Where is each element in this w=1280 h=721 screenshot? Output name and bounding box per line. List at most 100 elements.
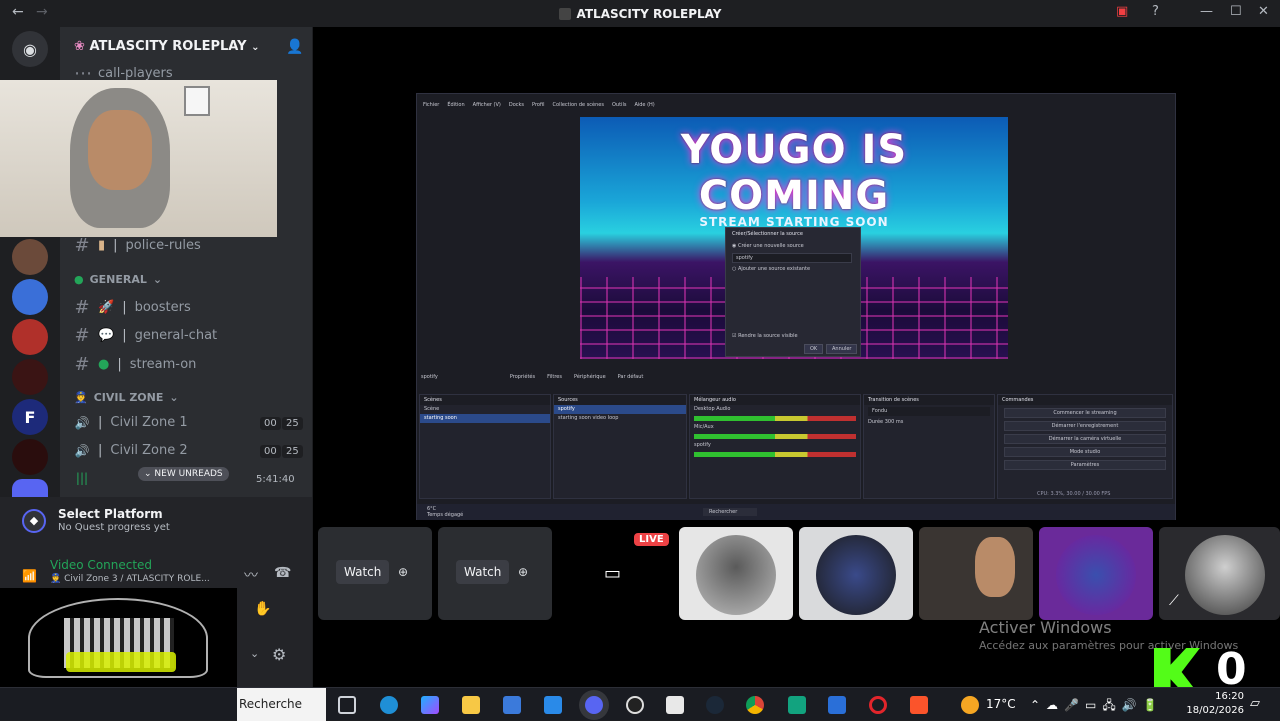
noise-suppression-icon[interactable]: 〰 <box>244 565 258 585</box>
voice-channel-civil-2[interactable]: 🔊 | Civil Zone 2 <box>74 443 188 458</box>
dialog-cancel-button[interactable]: Annuler <box>826 344 858 354</box>
brave-icon[interactable] <box>910 696 928 714</box>
category-general[interactable]: ● GENERAL ⌄ <box>74 273 162 286</box>
obs-transition-duration[interactable]: Durée 300 ms <box>864 418 994 427</box>
create-source-dialog[interactable]: Créer/Sélectionner la source ◉ Créer une… <box>725 227 861 357</box>
dialog-ok-button[interactable]: OK <box>804 344 824 354</box>
server-avatar-4[interactable] <box>12 359 48 395</box>
task-view-icon[interactable] <box>338 696 356 714</box>
voice-channel-civil-3[interactable]: ||| <box>74 471 90 485</box>
obs-menu-docks[interactable]: Docks <box>509 102 524 114</box>
weather-icon[interactable] <box>961 696 979 714</box>
obs-scene-item[interactable]: Scène <box>420 405 550 414</box>
stream-tile-1[interactable]: Watch ⊕ <box>318 527 432 620</box>
watch-button-1[interactable]: Watch <box>336 560 390 584</box>
watch-button-2[interactable]: Watch <box>456 560 510 584</box>
obs-mixer-desktop-meter[interactable] <box>694 416 856 421</box>
server-avatar-1[interactable] <box>12 239 48 275</box>
obs-scene-item-selected[interactable]: starting soon <box>420 414 550 423</box>
help-icon[interactable]: ? <box>1152 4 1159 19</box>
app-icon-4[interactable] <box>828 696 846 714</box>
obs-source-item-selected[interactable]: spotify <box>554 405 686 414</box>
obs-transition-select[interactable]: Fondu <box>868 407 990 416</box>
close-icon[interactable]: ✕ <box>1258 4 1269 19</box>
inbox-icon[interactable]: ▣ <box>1116 4 1128 19</box>
server-avatar-bleach[interactable] <box>12 319 48 355</box>
app-icon-2[interactable] <box>666 696 684 714</box>
obs-menu-file[interactable]: Fichier <box>423 102 439 114</box>
settings-gear-icon[interactable]: ⚙ <box>272 645 286 664</box>
obs-tab-default[interactable]: Par défaut <box>618 374 644 384</box>
obs-menu-scene-collection[interactable]: Collection de scènes <box>553 102 604 114</box>
app-icon-1[interactable] <box>544 696 562 714</box>
soundboard-icon[interactable]: ✋ <box>254 601 271 617</box>
watch-add-icon-2[interactable]: ⊕ <box>518 565 528 579</box>
obs-tab-device[interactable]: Périphérique <box>574 374 606 384</box>
obs-menu-help[interactable]: Aide (H) <box>634 102 654 114</box>
channel-general-chat[interactable]: # 💬 | general-chat <box>74 325 217 346</box>
obs-start-recording-button[interactable]: Démarrer l'enregistrement <box>1004 421 1166 431</box>
voice-signal-icon[interactable]: 📶 <box>22 569 37 583</box>
watch-add-icon-1[interactable]: ⊕ <box>398 565 408 579</box>
obs-tab-properties[interactable]: Propriétés <box>510 374 535 384</box>
channel-police-rules[interactable]: # ▮ | police-rules <box>74 235 200 256</box>
minimize-icon[interactable]: — <box>1200 4 1213 19</box>
voice-location[interactable]: 👮 Civil Zone 3 / ATLASCITY ROLE... <box>50 574 210 584</box>
app-icon-3[interactable] <box>788 696 806 714</box>
edge-icon[interactable] <box>380 696 398 714</box>
discord-home-icon[interactable]: ◉ <box>12 31 48 67</box>
participant-tile-2[interactable] <box>799 527 913 620</box>
channel-boosters[interactable]: # 🚀 | boosters <box>74 297 190 318</box>
chevron-down-icon[interactable]: ⌄ <box>250 647 259 660</box>
inner-search[interactable]: Rechercher <box>703 508 758 516</box>
stream-tile-2[interactable]: Watch ⊕ <box>438 527 552 620</box>
server-avatar-7[interactable] <box>12 479 48 499</box>
obs-virtual-camera-button[interactable]: Démarrer la caméra virtuelle <box>1004 434 1166 444</box>
server-avatar-2[interactable] <box>12 279 48 315</box>
copilot-icon[interactable] <box>421 696 439 714</box>
taskbar-search[interactable]: Recherche <box>237 688 326 721</box>
disconnect-icon[interactable]: ☎ <box>274 565 291 581</box>
obs-menu-tools[interactable]: Outils <box>612 102 626 114</box>
dialog-name-input[interactable]: spotify <box>732 253 852 263</box>
system-tray-icons[interactable]: ⌃☁🎤▭🖧🔊🔋 <box>1030 696 1164 717</box>
quest-title[interactable]: Select Platform <box>58 507 163 521</box>
voice-channel-civil-1[interactable]: 🔊 | Civil Zone 1 <box>74 415 188 430</box>
taskbar-time[interactable]: 16:20 <box>1196 691 1244 702</box>
obs-settings-button[interactable]: Paramètres <box>1004 460 1166 470</box>
steam-icon[interactable] <box>706 696 724 714</box>
dialog-option-existing[interactable]: ○ Ajouter une source existante <box>732 266 810 272</box>
discord-taskbar-icon[interactable] <box>585 696 603 714</box>
taskbar-temperature[interactable]: 17°C <box>986 697 1016 711</box>
new-unreads-pill[interactable]: ⌄ NEW UNREADS <box>138 467 229 481</box>
obs-mixer-spotify-meter[interactable] <box>694 452 856 457</box>
maximize-icon[interactable]: ☐ <box>1230 4 1242 19</box>
obs-menu-edit[interactable]: Édition <box>447 102 464 114</box>
stream-tile-live[interactable]: LIVE ▭ <box>558 527 672 620</box>
server-avatar-f[interactable]: F <box>12 399 48 435</box>
obs-source-item[interactable]: starting soon video loop <box>554 414 686 423</box>
obs-taskbar-icon[interactable] <box>626 696 644 714</box>
dialog-option-new[interactable]: ◉ Créer une nouvelle source <box>732 243 804 249</box>
obs-studio-mode-button[interactable]: Mode studio <box>1004 447 1166 457</box>
dialog-visible-checkbox[interactable]: ☑ Rendre la source visible <box>732 333 798 339</box>
obs-menu-view[interactable]: Afficher (V) <box>473 102 501 114</box>
participant-tile-1[interactable] <box>679 527 793 620</box>
obs-window[interactable]: Fichier Édition Afficher (V) Docks Profi… <box>416 93 1176 520</box>
server-avatar-6[interactable] <box>12 439 48 475</box>
participant-tile-5[interactable]: ⟋ <box>1159 527 1280 620</box>
participant-tile-4[interactable] <box>1039 527 1153 620</box>
obs-mixer-mic-meter[interactable] <box>694 434 856 439</box>
server-header[interactable]: ❀ ATLASCITY ROLEPLAY ⌄ <box>74 39 259 54</box>
invite-icon[interactable]: 👤 <box>286 39 303 55</box>
file-explorer-icon[interactable] <box>462 696 480 714</box>
channel-stream-on[interactable]: # ● | stream-on <box>74 354 196 375</box>
opera-icon[interactable] <box>869 696 887 714</box>
obs-tab-filters[interactable]: Filtres <box>547 374 562 384</box>
store-icon[interactable] <box>503 696 521 714</box>
notification-icon[interactable]: ▱ <box>1250 696 1260 711</box>
taskbar-date[interactable]: 18/02/2026 <box>1180 705 1244 716</box>
chrome-icon[interactable] <box>746 696 764 714</box>
participant-tile-3[interactable] <box>919 527 1033 620</box>
obs-menu-profile[interactable]: Profil <box>532 102 544 114</box>
